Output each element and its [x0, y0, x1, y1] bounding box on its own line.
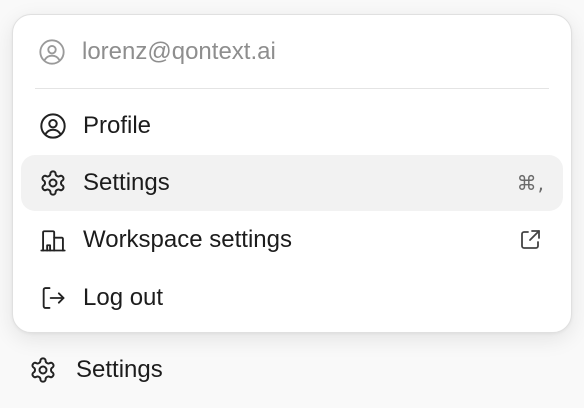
menu-item-label: Log out — [83, 284, 164, 311]
user-circle-icon — [37, 37, 67, 67]
external-link-icon — [515, 225, 545, 255]
account-email: lorenz@qontext.ai — [82, 38, 276, 65]
menu-item-log-out[interactable]: Log out — [21, 270, 563, 326]
gear-icon — [38, 168, 68, 198]
menu-item-workspace-settings[interactable]: Workspace settings — [21, 212, 563, 268]
keyboard-shortcut: ⌘, — [516, 171, 545, 195]
menu-divider — [35, 88, 549, 89]
menu-item-settings[interactable]: Settings ⌘, — [21, 155, 563, 211]
menu-item-profile[interactable]: Profile — [21, 98, 563, 154]
menu-item-label: Settings — [83, 169, 170, 196]
gear-icon — [28, 355, 58, 385]
menu-item-label: Workspace settings — [83, 226, 292, 253]
sidebar-item-label: Settings — [76, 356, 163, 383]
sidebar-item-settings[interactable]: Settings — [28, 352, 163, 388]
account-header: lorenz@qontext.ai — [37, 33, 276, 71]
account-dropdown-menu: lorenz@qontext.ai Profile Settings ⌘, Wo… — [12, 14, 572, 333]
user-circle-icon — [38, 111, 68, 141]
building-icon — [38, 225, 68, 255]
menu-item-label: Profile — [83, 112, 152, 139]
logout-icon — [38, 283, 68, 313]
